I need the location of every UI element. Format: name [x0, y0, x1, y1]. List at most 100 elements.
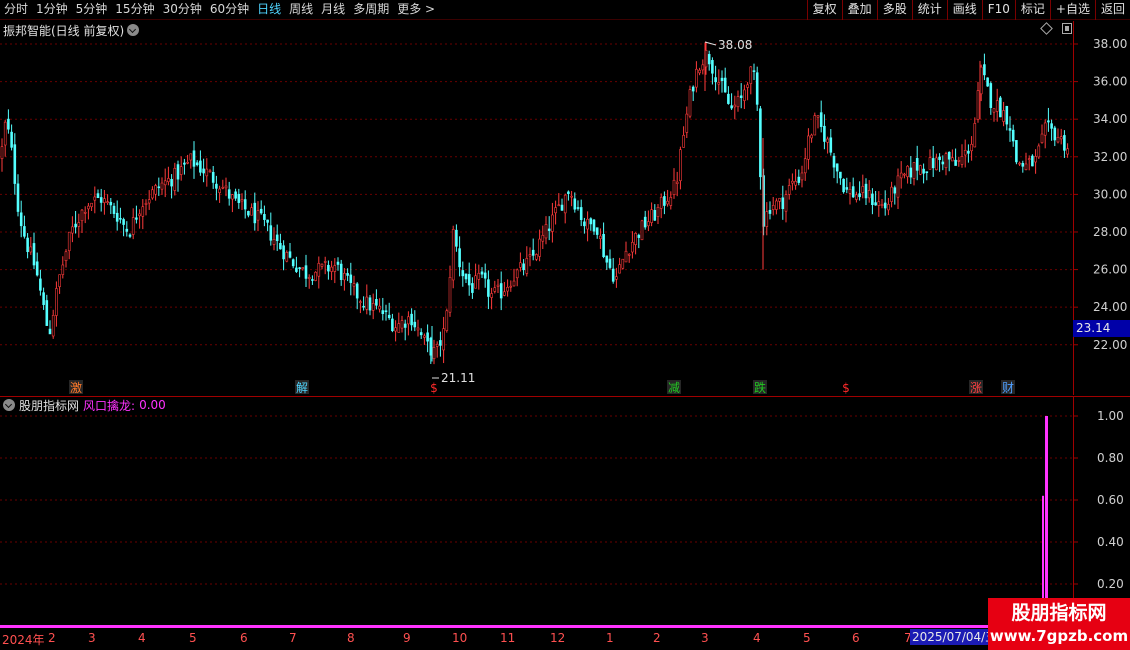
candle-body: [551, 214, 554, 232]
candle-body: [768, 209, 772, 214]
candle-body: [13, 144, 17, 184]
candle-body: [61, 264, 65, 275]
period-tab[interactable]: 30分钟: [159, 0, 206, 20]
candle-body: [51, 315, 55, 337]
candle-body: [1024, 163, 1028, 171]
y-tick-label: 1.00: [1097, 409, 1124, 423]
candle-body: [83, 211, 87, 214]
candle-body: [119, 218, 122, 220]
event-mark: $: [842, 381, 850, 395]
candle-body: [362, 305, 365, 308]
period-tab[interactable]: 1分钟: [32, 0, 72, 20]
candle-body: [554, 207, 557, 214]
toolbar-button[interactable]: 统计: [911, 0, 947, 20]
candle-body: [378, 305, 381, 310]
indicator-chart[interactable]: 0.20 0.40 0.60 0.80 1.00: [0, 396, 1130, 632]
toolbar-button[interactable]: 叠加: [841, 0, 877, 20]
y-tick-label: 22.00: [1093, 338, 1127, 352]
candle-body: [7, 118, 10, 130]
period-tab[interactable]: 更多 >: [393, 0, 439, 20]
candle-body: [1053, 127, 1057, 141]
chevron-down-icon[interactable]: [3, 399, 15, 411]
candle-body: [787, 185, 791, 195]
candle-body: [45, 300, 49, 326]
candle-body: [195, 162, 199, 166]
candle-body: [519, 262, 522, 268]
candle-body: [471, 283, 474, 293]
candle-body: [416, 327, 420, 331]
candle-body: [723, 77, 727, 93]
candle-body: [333, 265, 337, 272]
candle-body: [170, 179, 173, 187]
price-chart[interactable]: 22.00 24.00 26.00 28.00 30.00 32.00 34.00 36.00…: [0, 21, 1130, 395]
candle-body: [304, 265, 308, 279]
candle-body: [32, 243, 36, 266]
candle-body: [407, 316, 410, 325]
toolbar-button[interactable]: 画线: [946, 0, 982, 20]
candle-body: [458, 248, 461, 268]
candle-body: [23, 226, 26, 237]
candle-body: [679, 149, 682, 182]
candle-body: [1056, 136, 1060, 143]
month-label: 6: [240, 631, 248, 645]
period-tab[interactable]: 月线: [317, 0, 349, 20]
chevron-down-icon[interactable]: [127, 24, 140, 36]
y-tick-label: 30.00: [1093, 187, 1127, 201]
candle-body: [208, 170, 212, 173]
candle-body: [512, 280, 516, 287]
candle-body: [931, 158, 935, 169]
candle-body: [349, 274, 353, 283]
y-tick-label: 0.40: [1097, 535, 1124, 549]
candle-body: [1021, 162, 1025, 167]
candle-body: [176, 164, 180, 180]
candle-body: [1047, 120, 1050, 123]
expand-icon[interactable]: [1062, 23, 1072, 34]
candle-body: [387, 314, 391, 319]
candle-body: [64, 251, 68, 261]
candle-body: [1040, 133, 1044, 143]
candle-body: [602, 234, 605, 258]
period-tab[interactable]: 日线: [253, 0, 285, 20]
period-tab[interactable]: 周线: [285, 0, 317, 20]
period-tab[interactable]: 多周期: [349, 0, 393, 20]
candle-body: [573, 198, 577, 210]
candle-body: [909, 167, 913, 178]
y-tick-label: 28.00: [1093, 225, 1127, 239]
toolbar-button[interactable]: F10: [981, 0, 1015, 20]
toolbar-button[interactable]: +自选: [1049, 0, 1095, 20]
candle-body: [26, 237, 29, 252]
candle-body: [253, 202, 257, 224]
candle-body: [266, 219, 269, 223]
candle-body: [515, 269, 519, 279]
toolbar-button[interactable]: 复权: [806, 0, 842, 20]
y-tick-label: 0.20: [1097, 577, 1124, 591]
indicator-name: 股朋指标网: [19, 398, 80, 413]
candle-body: [35, 261, 39, 276]
candle-body: [522, 263, 525, 271]
candle-body: [663, 196, 666, 206]
candle-body: [391, 318, 394, 332]
toolbar-button[interactable]: 标记: [1014, 0, 1050, 20]
candle-body: [893, 187, 897, 194]
candle-body: [672, 179, 676, 195]
toolbar-button[interactable]: 返回: [1094, 0, 1130, 20]
candle-body: [394, 327, 397, 332]
event-mark: 涨: [970, 380, 982, 395]
candle-body: [477, 272, 481, 280]
period-tab[interactable]: 15分钟: [111, 0, 158, 20]
price-low-label: 21.11: [441, 371, 475, 385]
candle-body: [973, 123, 977, 148]
toolbar-button[interactable]: 多股: [876, 0, 912, 20]
candle-body: [999, 97, 1002, 118]
period-tab[interactable]: 5分钟: [72, 0, 112, 20]
candle-body: [576, 207, 580, 209]
candle-body: [896, 175, 900, 198]
candle-body: [307, 277, 311, 279]
period-tab[interactable]: 分时: [0, 0, 32, 20]
candle-body: [685, 113, 689, 133]
candle-body: [903, 173, 906, 176]
period-tab[interactable]: 60分钟: [206, 0, 253, 20]
month-label: 3: [701, 631, 709, 645]
candle-body: [899, 172, 903, 179]
candle-body: [483, 272, 487, 279]
